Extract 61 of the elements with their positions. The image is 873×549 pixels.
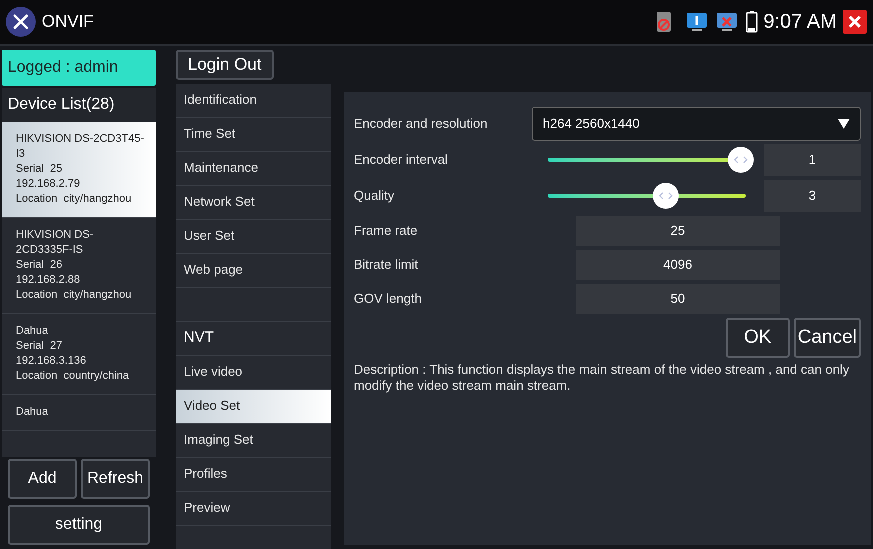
setting-label: Encoder and resolution [354, 115, 489, 134]
menu-section-header: NVT [176, 322, 331, 356]
action-button[interactable]: Add [8, 459, 77, 499]
device-info-line: HIKVISION DS-2CD3T45-I3 [16, 132, 146, 162]
arrows-icon [734, 156, 748, 164]
device-item[interactable]: HIKVISION DS-2CD3335F-IS Serial 26 192.168.2.88 Location city/hangzhou [2, 218, 156, 314]
device-info-line: Location city/hangzhou [16, 288, 133, 303]
menu-item[interactable]: Profiles [176, 458, 331, 492]
device-item[interactable]: Dahua Serial 27 192.168.3.136 Location country/china [2, 314, 156, 395]
dropdown[interactable]: h264 2560x1440 [532, 107, 861, 141]
device-info-line: Location country/china [16, 369, 130, 384]
device-info-line: 192.168.3.136 [16, 354, 88, 369]
sd-card-icon [656, 11, 672, 33]
device-item[interactable]: Dahua [2, 395, 156, 431]
menu-item[interactable]: User Set [176, 220, 331, 254]
arrows-icon [658, 192, 673, 200]
description-text: Description : This function displays the main stream of the video stream , and can only modify the video stream main stream. [354, 362, 850, 394]
device-info-line: Serial 25 [16, 162, 64, 177]
value-field[interactable]: 50 [576, 284, 780, 314]
setting-label: Encoder interval [354, 151, 449, 170]
menu-item[interactable]: Imaging Set [176, 424, 331, 458]
device-info-line: Dahua [16, 324, 50, 339]
monitor-icon [686, 12, 708, 32]
value-field[interactable]: 25 [576, 216, 780, 246]
device-info-line: Serial 27 [16, 339, 64, 354]
slider-thumb[interactable] [728, 147, 754, 173]
device-info-line: HIKVISION DS-2CD3335F-IS [16, 228, 95, 258]
close-icon [848, 15, 862, 29]
menu-item[interactable]: Time Set [176, 118, 331, 152]
tools-icon [6, 7, 36, 37]
menu-item[interactable]: Maintenance [176, 152, 331, 186]
device-list-title: Device List(28) [2, 88, 156, 122]
device-info-line: Serial 26 [16, 258, 64, 273]
device-info-line: 192.168.2.79 [16, 177, 82, 192]
dialog-button[interactable]: Cancel [794, 318, 861, 358]
device-info-line: Dahua [16, 405, 50, 420]
logout-button[interactable]: Login Out [176, 50, 274, 80]
setting-button[interactable]: setting [8, 505, 150, 545]
close-button[interactable] [843, 10, 867, 34]
login-status: Logged : admin [2, 50, 156, 86]
action-button[interactable]: Refresh [81, 459, 150, 499]
menu-item[interactable]: Video Set [176, 390, 331, 424]
device-item[interactable]: HIKVISION DS-2CD3T45-I3 Serial 25 192.168.2.79 Location city/hangzhou [2, 122, 156, 218]
menu-item[interactable]: Network Set [176, 186, 331, 220]
menu-item[interactable]: Identification [176, 84, 331, 118]
device-info-line: 192.168.2.88 [16, 273, 82, 288]
dialog-button[interactable]: OK [726, 318, 790, 358]
setting-label: Frame rate [354, 222, 419, 240]
clock: 9:07 AM [764, 10, 837, 35]
value-field[interactable]: 3 [764, 180, 861, 212]
value-field[interactable]: 4096 [576, 250, 780, 280]
value-field[interactable]: 1 [764, 144, 861, 176]
monitor-error-icon [716, 12, 738, 32]
dropdown-caret-icon [838, 118, 850, 130]
device-info-line: Location city/hangzhou [16, 192, 133, 207]
setting-label: Quality [354, 187, 396, 206]
app-title: ONVIF [42, 11, 94, 34]
setting-label: GOV length [354, 290, 423, 308]
setting-label: Bitrate limit [354, 256, 420, 274]
slider-thumb[interactable] [652, 183, 679, 209]
battery-icon [746, 11, 758, 33]
